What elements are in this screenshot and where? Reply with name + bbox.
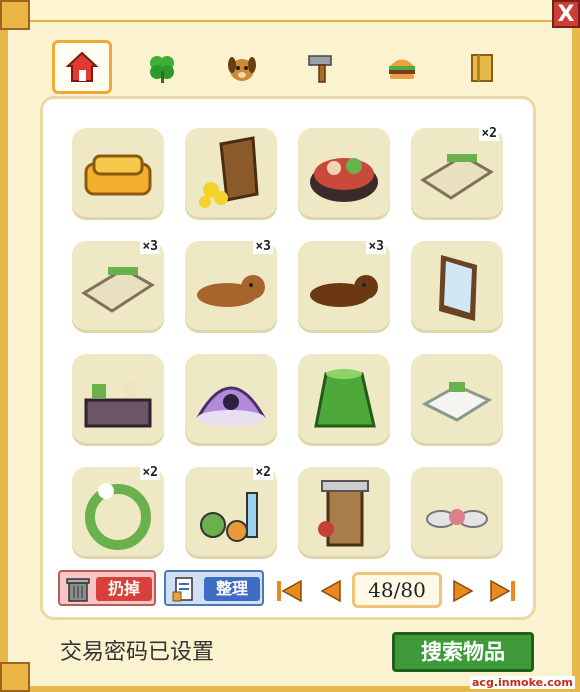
inventory-slot[interactable] [411,467,503,559]
notebook-icon [172,577,193,602]
page-indicator: 48/80 [352,572,442,608]
flower-wreath-icon [85,483,151,550]
item-quantity: ×2 [140,465,160,480]
inventory-slot[interactable] [185,128,277,220]
category-tabs [52,40,532,96]
burger-icon [389,59,415,79]
first-page-icon[interactable] [274,576,304,606]
cat-dome-icon [196,386,266,426]
inventory-slot[interactable]: ×2 [411,126,503,220]
sort-label: 整理 [204,577,260,601]
corner-ornament [0,662,30,692]
trade-password-status: 交易密码已设置 [60,640,215,665]
window-top-band [0,0,580,22]
watermark: acg.inmoke.com [470,676,575,689]
home-icon [65,51,99,82]
tab-tools[interactable] [298,44,346,92]
inventory-slot[interactable]: ×3 [185,239,277,333]
inventory-slot[interactable]: ×2 [72,465,164,559]
inventory-slot[interactable] [298,128,390,220]
potion-bottles-icon [200,492,258,542]
inventory-slot[interactable] [298,467,390,559]
stone-wall-icon [81,267,155,313]
sort-button[interactable]: 整理 [164,570,264,606]
inventory-slot[interactable] [411,241,503,333]
tab-home[interactable] [52,40,112,94]
inventory-slot[interactable] [185,354,277,446]
corner-ornament [0,0,30,30]
discard-button[interactable]: 扔掉 [58,570,156,606]
white-sofa-icon [421,382,493,422]
inventory-slot[interactable]: ×3 [298,239,390,333]
dark-dog-rug-icon [310,275,378,307]
inventory-slot[interactable] [298,354,390,446]
search-items-button[interactable]: 搜索物品 [392,632,534,672]
clover-icon [150,56,174,83]
prev-page-icon[interactable] [316,576,346,606]
item-quantity: ×2 [253,465,273,480]
tab-records[interactable] [458,44,506,92]
inventory-slot[interactable]: ×2 [185,465,277,559]
brick-chimney-icon [318,480,369,547]
trash-can-icon [66,578,90,602]
item-quantity: ×3 [366,239,386,254]
shed-flowers-icon [199,136,259,208]
hammer-icon [308,55,332,83]
last-page-icon[interactable] [488,576,518,606]
flower-stones-icon [426,509,488,528]
wall-mirror-icon [439,255,477,321]
tab-food[interactable] [378,44,426,92]
hotpot-icon [310,158,378,202]
close-button[interactable]: X [552,0,580,28]
tab-plants[interactable] [138,44,186,92]
dog-rug-icon [197,275,265,307]
inventory-slot[interactable] [411,354,503,446]
inventory-slot[interactable]: ×3 [72,239,164,333]
stone-wall-icon [420,154,494,200]
hedge-bush-icon [314,369,376,428]
dog-face-icon [228,57,256,81]
book-icon [471,54,493,82]
item-quantity: ×3 [140,239,160,254]
sofa-icon [84,154,152,196]
display-shelf-icon [84,382,152,428]
discard-label: 扔掉 [96,577,152,601]
inventory-slot[interactable] [72,354,164,446]
next-page-icon[interactable] [448,576,478,606]
tab-pets[interactable] [218,44,266,92]
item-quantity: ×2 [479,126,499,141]
inventory-slot[interactable] [72,128,164,220]
item-quantity: ×3 [253,239,273,254]
